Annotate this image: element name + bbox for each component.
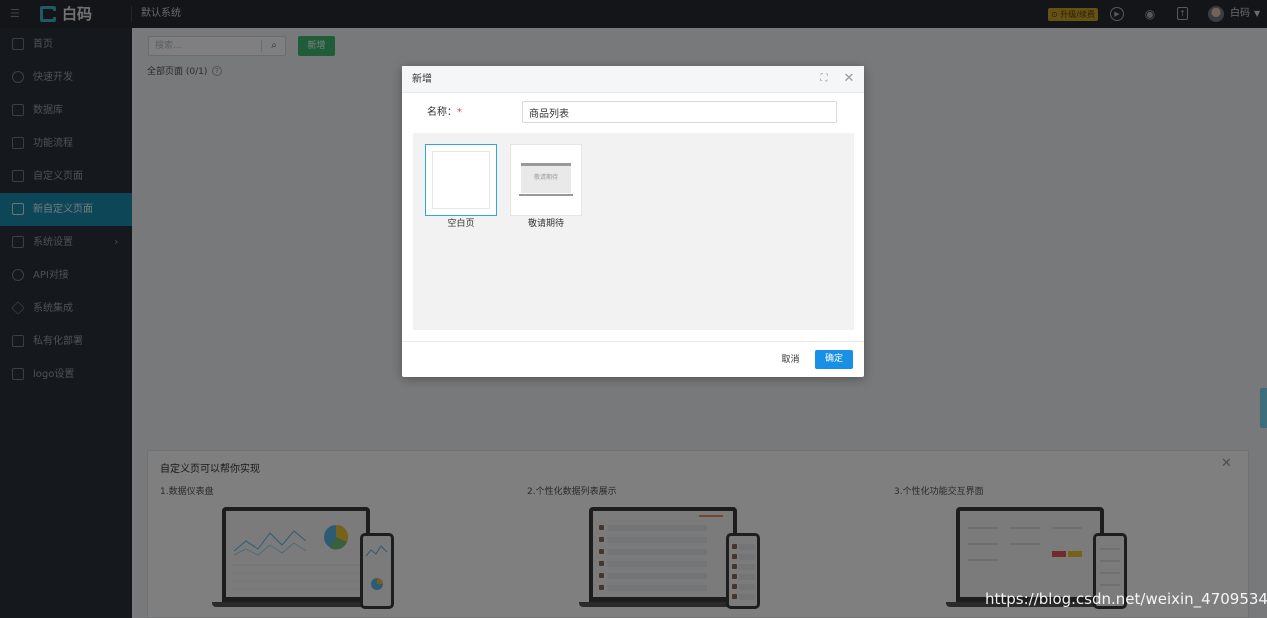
dialog-footer-divider <box>402 341 864 342</box>
expand-icon[interactable]: ⛶ <box>818 73 830 85</box>
dialog-header: 新增 ⛶ ✕ <box>402 66 864 93</box>
coming-soon-preview-text: 敬请期待 <box>533 174 558 181</box>
template-coming-soon-label: 敬请期待 <box>527 219 564 229</box>
template-blank-card[interactable] <box>425 144 497 216</box>
template-coming-soon-card[interactable]: 敬请期待 <box>510 144 582 216</box>
required-mark: * <box>457 107 462 118</box>
cancel-button[interactable]: 取消 <box>774 351 807 369</box>
coming-soon-preview: 敬请期待 <box>519 163 573 196</box>
add-page-dialog: 新增 ⛶ ✕ 名称：* 空白页 敬请期待 敬请期待 取消 确定 <box>402 66 864 377</box>
name-label: 名称：* <box>427 107 462 118</box>
dialog-title: 新增 <box>412 74 432 85</box>
template-blank-label: 空白页 <box>447 219 475 229</box>
template-gallery: 空白页 敬请期待 敬请期待 <box>413 133 854 330</box>
close-icon[interactable]: ✕ <box>842 72 856 86</box>
side-feedback-tab[interactable] <box>1260 388 1267 428</box>
name-input[interactable] <box>522 101 837 123</box>
confirm-button[interactable]: 确定 <box>815 350 853 369</box>
blank-page-preview <box>432 151 490 209</box>
watermark: https://blog.csdn.net/weixin_47095348 <box>985 590 1267 608</box>
